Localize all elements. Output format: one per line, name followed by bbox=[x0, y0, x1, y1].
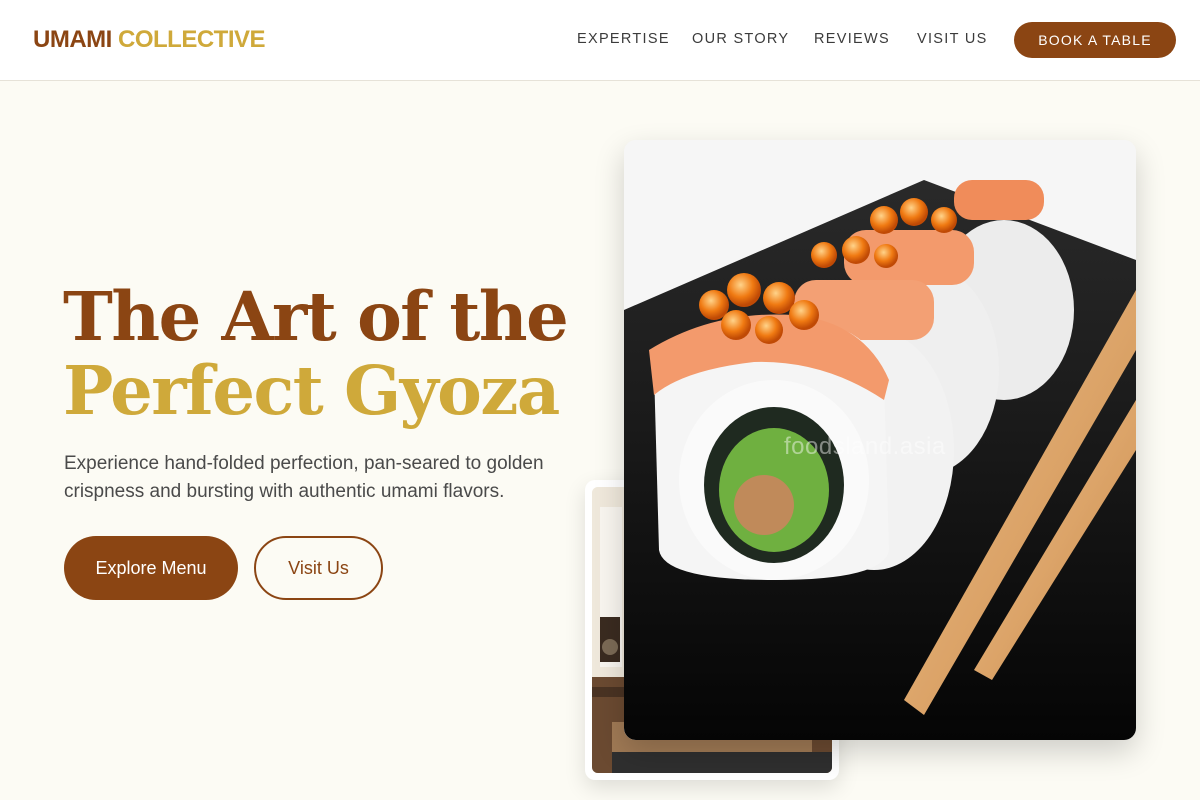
hero-title-line-1: The Art of the bbox=[63, 277, 569, 356]
brand-word-1: UMAMI bbox=[33, 26, 112, 53]
visit-us-button[interactable]: Visit Us bbox=[254, 536, 383, 600]
brand-word-2: COLLECTIVE bbox=[118, 26, 266, 53]
hero-description: Experience hand-folded perfection, pan-s… bbox=[64, 453, 544, 502]
nav-link-reviews[interactable]: REVIEWS bbox=[814, 31, 890, 47]
nav-link-expertise[interactable]: EXPERTISE bbox=[577, 31, 670, 47]
nav-link-our-story[interactable]: OUR STORY bbox=[692, 31, 789, 47]
hero-title: The Art of the Perfect Gyoza bbox=[63, 277, 569, 430]
hero-title-line-2: Perfect Gyoza bbox=[63, 351, 560, 430]
book-table-button[interactable]: BOOK A TABLE bbox=[1014, 22, 1176, 58]
nav-link-visit-us[interactable]: VISIT US bbox=[917, 31, 988, 47]
brand-logo[interactable]: UMAMI COLLECTIVE bbox=[33, 26, 266, 54]
sushi-photo: foodsland.asia bbox=[624, 140, 1136, 740]
image-watermark: foodsland.asia bbox=[784, 433, 946, 460]
explore-menu-button[interactable]: Explore Menu bbox=[64, 536, 238, 600]
site-header: UMAMI COLLECTIVE EXPERTISE OUR STORY REV… bbox=[0, 0, 1200, 81]
